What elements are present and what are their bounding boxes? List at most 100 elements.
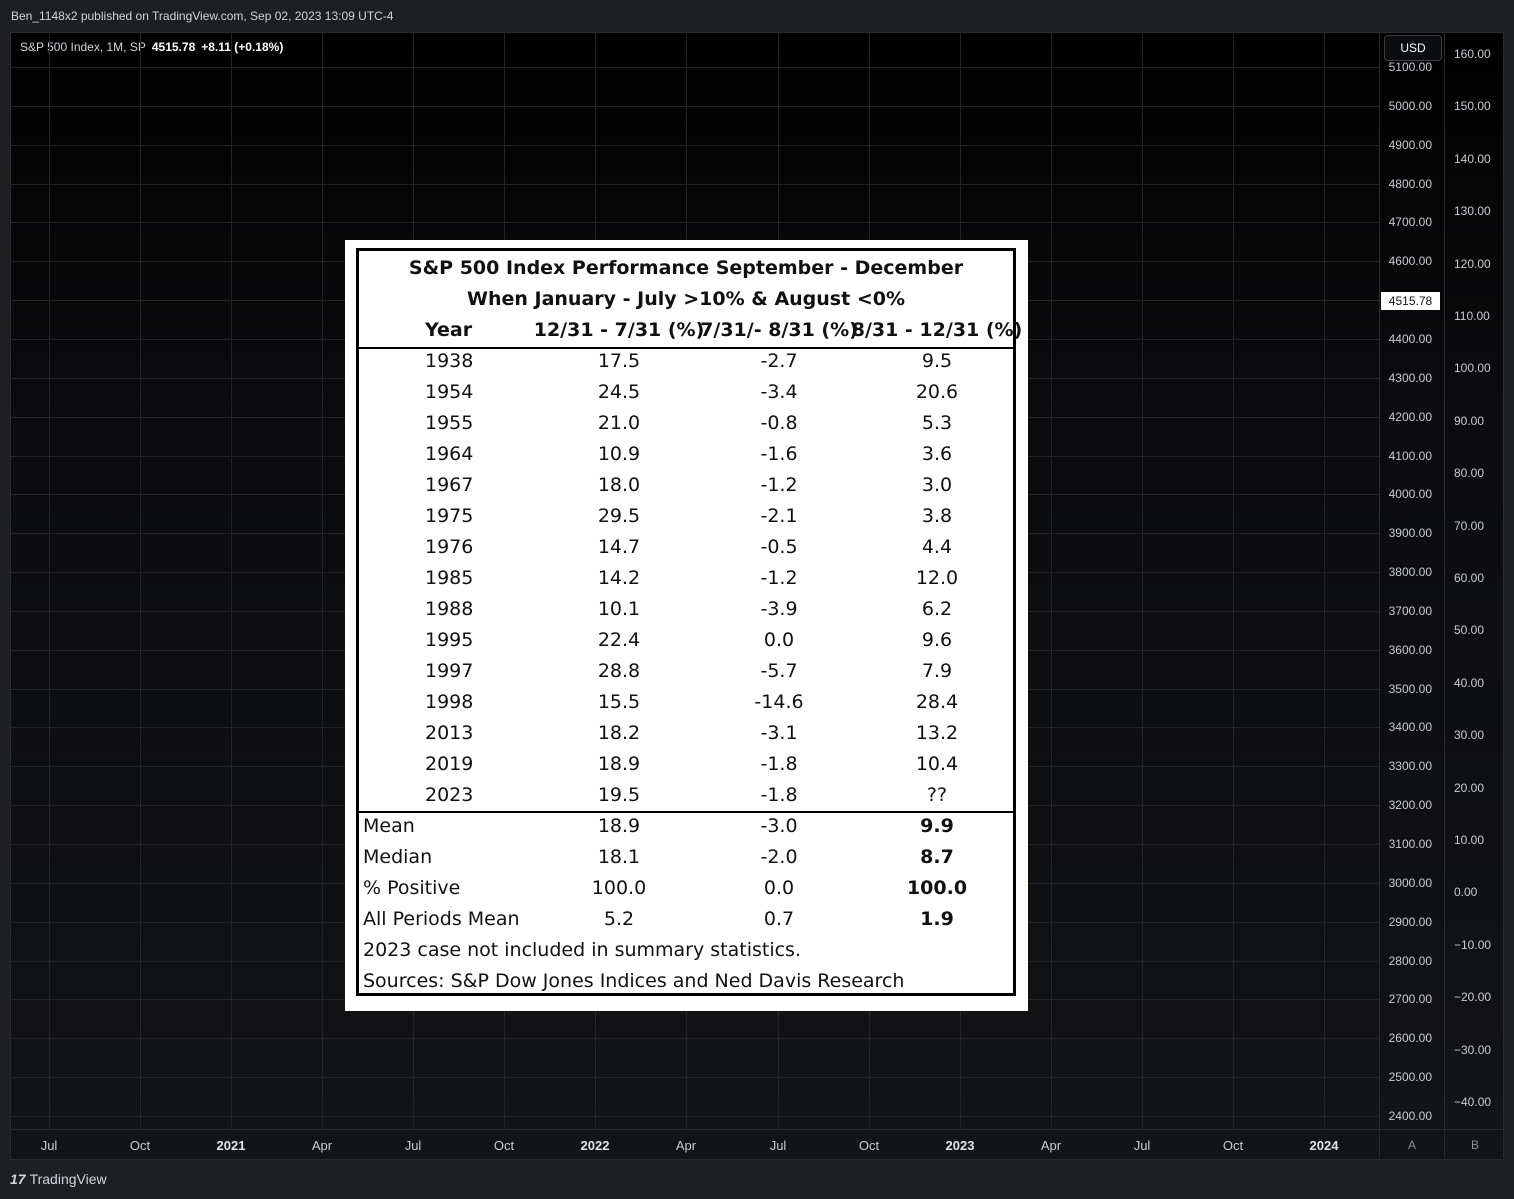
table-value-cell: 29.5: [597, 505, 641, 527]
table-value-cell: -14.6: [754, 691, 804, 713]
table-title: S&P 500 Index Performance September - De…: [408, 257, 964, 279]
price-axis-right-label: 30.00: [1454, 728, 1485, 742]
price-axis-left-label: 2500.00: [1388, 1070, 1432, 1084]
table-value-cell: 4.4: [921, 536, 953, 558]
table-value-cell: 14.2: [597, 567, 641, 589]
time-axis-label: 2022: [580, 1138, 610, 1153]
table-year-cell: 1938: [425, 350, 474, 372]
vertical-gridline: [322, 33, 323, 1129]
summary-value-cell: 9.9: [920, 815, 954, 837]
table-value-cell: -0.8: [760, 412, 798, 434]
price-axis-right-label: 90.00: [1454, 414, 1485, 428]
table-value-cell: 6.2: [921, 598, 953, 620]
table-value-cell: 15.5: [597, 691, 641, 713]
table-value-cell: 19.5: [597, 784, 641, 806]
price-axis-right-label: 60.00: [1454, 571, 1485, 585]
horizontal-gridline: [11, 1116, 1379, 1117]
publish-line: Ben_1148x2 published on TradingView.com,…: [11, 9, 394, 23]
tradingview-logo[interactable]: 17 TradingView: [10, 1171, 107, 1187]
summary-label-cell: % Positive: [363, 877, 461, 899]
summary-value-cell: 100.0: [591, 877, 647, 899]
table-value-cell: 12.0: [915, 567, 959, 589]
table-value-cell: 9.5: [921, 350, 953, 372]
horizontal-gridline: [11, 184, 1379, 185]
table-source: Sources: S&P Dow Jones Indices and Ned D…: [363, 970, 905, 992]
price-axis-left-label: 5100.00: [1388, 60, 1432, 74]
summary-value-cell: 5.2: [603, 908, 635, 930]
time-axis-label: Apr: [311, 1138, 333, 1153]
price-axis-right-label: 120.00: [1454, 257, 1491, 271]
price-axis-left-label: 2700.00: [1388, 992, 1432, 1006]
symbol-name[interactable]: S&P 500 Index, 1M, SP: [20, 40, 146, 54]
axis-corner-a[interactable]: A: [1379, 1129, 1444, 1159]
table-value-cell: -1.8: [760, 753, 798, 775]
table-header-cell: 7/31/- 8/31 (%): [700, 319, 858, 341]
symbol-legend[interactable]: S&P 500 Index, 1M, SP 4515.78 +8.11 (+0.18…: [20, 40, 283, 54]
table-year-cell: 1976: [425, 536, 474, 558]
price-axis-left-label: 2400.00: [1388, 1109, 1432, 1123]
price-axis-left-label: 2800.00: [1388, 954, 1432, 968]
price-axis-right[interactable]: 160.00 150.00 140.00 130.00 120.00 110.00 100.…: [1444, 33, 1503, 1129]
table-divider: [359, 347, 1013, 349]
price-axis-left-label: 4300.00: [1388, 371, 1432, 385]
axis-corner-b[interactable]: B: [1444, 1129, 1503, 1159]
time-axis-label: Jul: [769, 1138, 787, 1153]
table-value-cell: -3.1: [760, 722, 798, 744]
table-value-cell: 18.0: [597, 474, 641, 496]
summary-value-cell: 0.0: [763, 877, 795, 899]
horizontal-gridline: [11, 106, 1379, 107]
table-year-cell: 1988: [425, 598, 474, 620]
price-axis-right-label: 100.00: [1454, 361, 1491, 375]
table-subtitle: When January - July >10% & August <0%: [467, 288, 905, 310]
time-axis-label: 2021: [216, 1138, 246, 1153]
table-year-cell: 2019: [425, 753, 474, 775]
time-axis-label: Oct: [858, 1138, 880, 1153]
vertical-gridline: [1324, 33, 1325, 1129]
table-year-cell: 1967: [425, 474, 474, 496]
table-value-cell: 24.5: [597, 381, 641, 403]
summary-value-cell: 18.9: [597, 815, 641, 837]
table-value-cell: 28.4: [915, 691, 959, 713]
summary-label-cell: All Periods Mean: [363, 908, 520, 930]
time-axis-label: Oct: [129, 1138, 151, 1153]
vertical-gridline: [1142, 33, 1143, 1129]
time-axis-label: 2023: [945, 1138, 975, 1153]
price-axis-right-label: 10.00: [1454, 833, 1485, 847]
vertical-gridline: [1051, 33, 1052, 1129]
table-value-cell: -2.1: [760, 505, 798, 527]
summary-value-cell: 8.7: [920, 846, 954, 868]
summary-value-cell: 1.9: [920, 908, 954, 930]
table-value-cell: 22.4: [597, 629, 641, 651]
price-axis-left[interactable]: USD 4515.78 5100.00 5000.00 4900.00 4800.00…: [1379, 33, 1444, 1129]
table-value-cell: 28.8: [597, 660, 641, 682]
price-axis-right-label: 50.00: [1454, 623, 1485, 637]
time-axis[interactable]: Jul Oct 2021 Apr Jul Oct 2022 Apr Jul Oct 2023 Apr J…: [11, 1129, 1379, 1159]
table-header-cell: 8/31 - 12/31 (%): [851, 319, 1023, 341]
price-axis-left-label: 4600.00: [1388, 254, 1432, 268]
table-value-cell: -5.7: [760, 660, 798, 682]
price-axis-left-label: 4100.00: [1388, 449, 1432, 463]
time-axis-label: Oct: [493, 1138, 515, 1153]
summary-value-cell: 18.1: [597, 846, 641, 868]
price-axis-left-label: 4200.00: [1388, 410, 1432, 424]
currency-button[interactable]: USD: [1384, 35, 1442, 61]
table-value-cell: 18.9: [597, 753, 641, 775]
table-year-cell: 1964: [425, 443, 474, 465]
table-value-cell: -1.2: [760, 474, 798, 496]
table-value-cell: -0.5: [760, 536, 798, 558]
table-year-cell: 1998: [425, 691, 474, 713]
table-year-cell: 1995: [425, 629, 474, 651]
price-axis-right-label: 130.00: [1454, 204, 1491, 218]
price-axis-right-label: 80.00: [1454, 466, 1485, 480]
table-value-cell: -1.8: [760, 784, 798, 806]
price-axis-left-label: 2600.00: [1388, 1031, 1432, 1045]
summary-label-cell: Mean: [363, 815, 415, 837]
price-axis-left-label: 3700.00: [1388, 604, 1432, 618]
table-year-cell: 2023: [425, 784, 474, 806]
price-axis-right-label: −30.00: [1454, 1043, 1492, 1057]
time-axis-label: Apr: [675, 1138, 697, 1153]
price-axis-left-label: 3800.00: [1388, 565, 1432, 579]
price-axis-left-label: 3300.00: [1388, 759, 1432, 773]
table-value-cell: 10.4: [915, 753, 959, 775]
table-value-cell: -1.6: [760, 443, 798, 465]
